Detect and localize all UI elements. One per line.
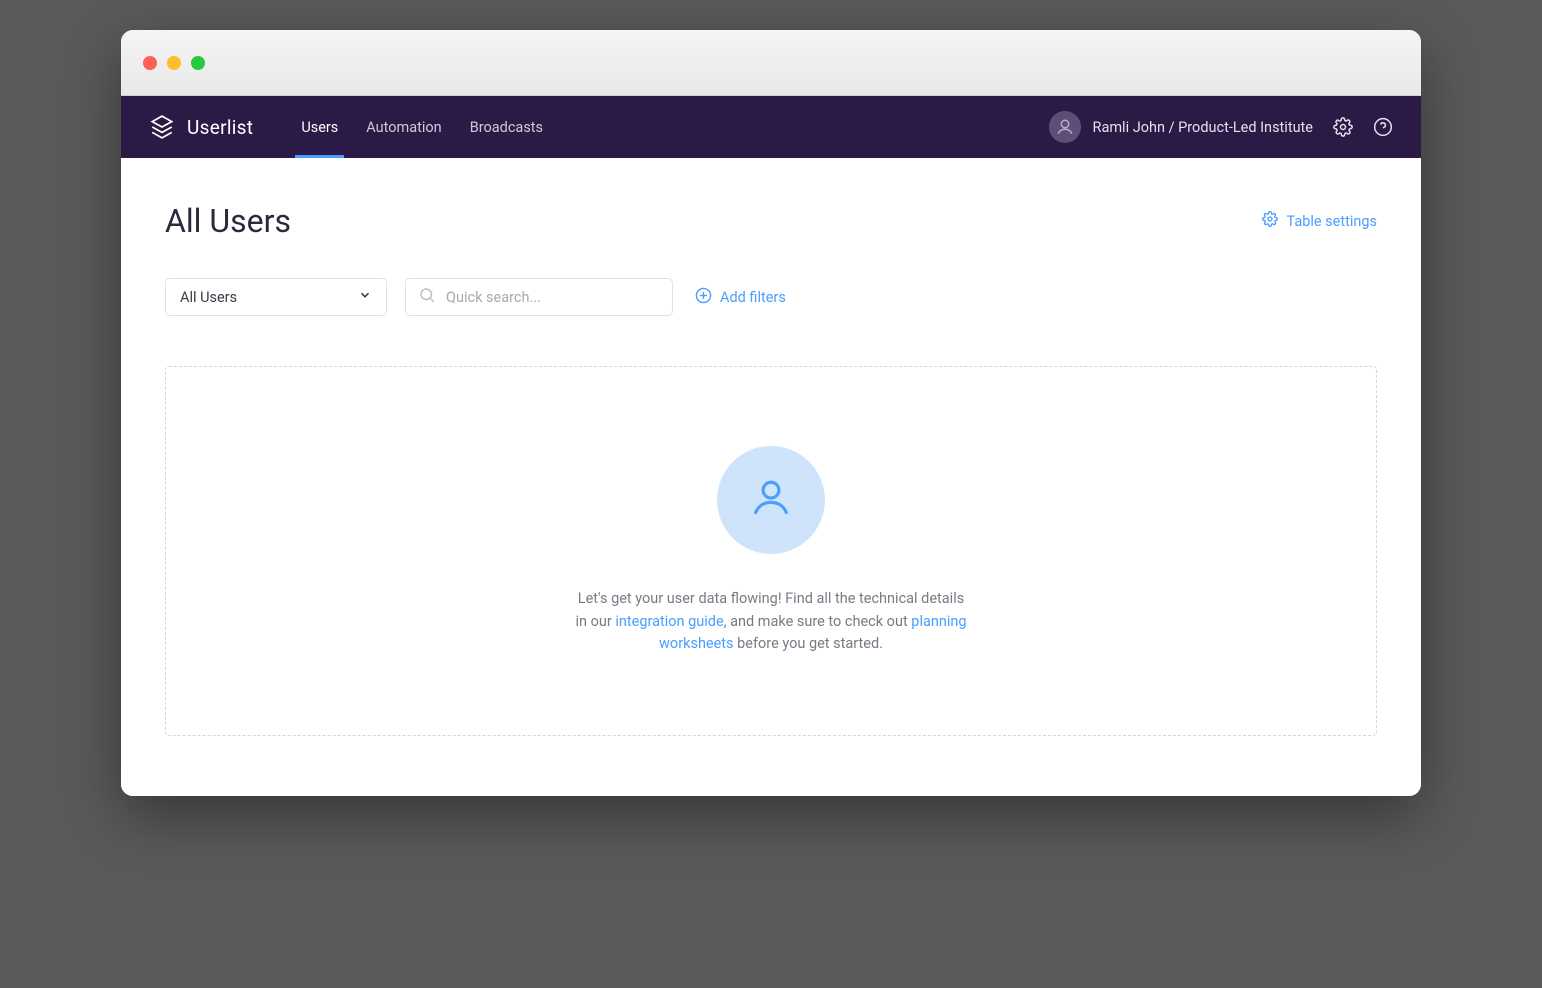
maximize-window-button[interactable] xyxy=(191,56,205,70)
app-window: Userlist Users Automation Broadcasts Ram… xyxy=(121,30,1421,796)
chevron-down-icon xyxy=(358,288,372,306)
nav-tabs: Users Automation Broadcasts xyxy=(301,96,543,158)
avatar xyxy=(1049,111,1081,143)
controls-row: All Users xyxy=(165,278,1377,316)
empty-state-text: Let's get your user data flowing! Find a… xyxy=(571,588,971,655)
page-title: All Users xyxy=(165,202,291,240)
table-settings-button[interactable]: Table settings xyxy=(1262,211,1377,231)
integration-guide-link[interactable]: integration guide xyxy=(615,613,723,630)
dropdown-value: All Users xyxy=(180,289,237,306)
search-input[interactable] xyxy=(446,289,660,306)
logo-icon xyxy=(149,114,175,140)
gear-icon xyxy=(1262,211,1278,231)
user-icon xyxy=(750,477,792,523)
help-icon[interactable] xyxy=(1373,117,1393,137)
add-filters-label: Add filters xyxy=(720,289,786,306)
search-icon xyxy=(418,286,436,308)
brand-name: Userlist xyxy=(187,116,253,139)
page-header: All Users Table settings xyxy=(165,202,1377,240)
close-window-button[interactable] xyxy=(143,56,157,70)
tab-automation[interactable]: Automation xyxy=(366,96,441,158)
user-display-name: Ramli John / Product-Led Institute xyxy=(1093,119,1313,136)
empty-state: Let's get your user data flowing! Find a… xyxy=(165,366,1377,736)
table-settings-label: Table settings xyxy=(1286,213,1377,230)
minimize-window-button[interactable] xyxy=(167,56,181,70)
segment-dropdown[interactable]: All Users xyxy=(165,278,387,316)
navbar: Userlist Users Automation Broadcasts Ram… xyxy=(121,96,1421,158)
search-box[interactable] xyxy=(405,278,673,316)
nav-right: Ramli John / Product-Led Institute xyxy=(1049,111,1393,143)
user-menu[interactable]: Ramli John / Product-Led Institute xyxy=(1049,111,1313,143)
brand[interactable]: Userlist xyxy=(149,114,253,140)
add-filters-button[interactable]: Add filters xyxy=(695,287,786,308)
plus-circle-icon xyxy=(695,287,712,308)
tab-users[interactable]: Users xyxy=(301,96,338,158)
content: All Users Table settings All Users xyxy=(121,158,1421,796)
titlebar xyxy=(121,30,1421,96)
settings-icon[interactable] xyxy=(1333,117,1353,137)
tab-broadcasts[interactable]: Broadcasts xyxy=(470,96,543,158)
empty-state-icon-container xyxy=(717,446,825,554)
